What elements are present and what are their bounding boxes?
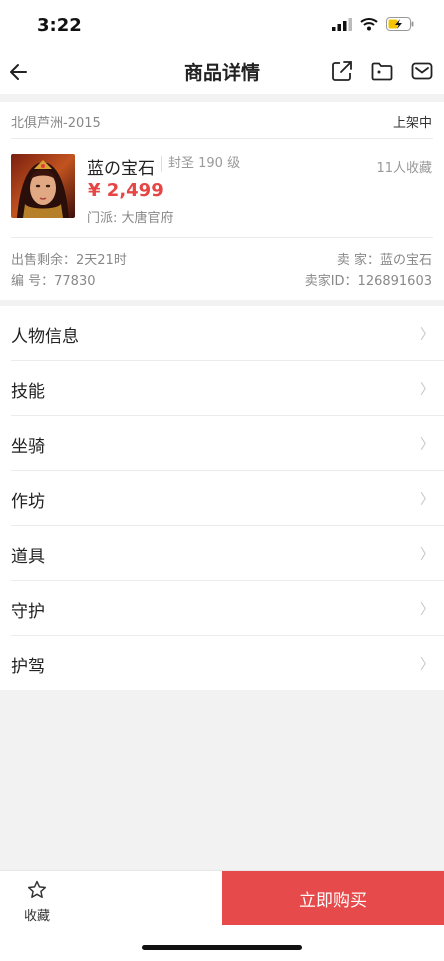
share-icon[interactable] [330,59,354,83]
star-icon [28,880,46,898]
favorite-button[interactable]: 收藏 [0,871,74,925]
menu-item-label: 坐骑 [11,437,45,457]
menu-item-workshop[interactable]: 作坊 〉 [11,471,444,526]
menu-item-items[interactable]: 道具 〉 [11,526,444,581]
menu-item-label: 作坊 [11,492,45,512]
divider [11,138,433,139]
character-name: 蓝の宝石 [87,159,155,179]
menu-item-mounts[interactable]: 坐骑 〉 [11,416,444,471]
character-level: 封圣 190 级 [161,156,240,172]
home-indicator [142,945,302,950]
chevron-right-icon: 〉 [420,382,434,398]
character-avatar[interactable] [11,154,75,218]
chevron-right-icon: 〉 [420,437,434,453]
menu-item-character-info[interactable]: 人物信息 〉 [11,306,444,361]
battery-charging-icon [386,17,414,31]
status-bar: 3:22 [0,0,444,50]
menu-item-label: 守护 [11,602,45,622]
seller-id: 卖家ID：126891603 [304,274,432,289]
divider [11,237,433,238]
menu-item-label: 护驾 [11,657,45,677]
wifi-icon [360,18,378,31]
favorite-count: 11人收藏 [376,161,432,176]
character-sect: 门派: 大唐官府 [87,211,174,226]
item-card: 北俱芦洲-2015 上架中 蓝の宝石 封圣 190 级 11人收藏 ¥ 2,49… [0,102,444,300]
sale-remaining-time: 出售剩余：2天21时 [11,253,127,268]
mail-icon[interactable] [410,59,434,83]
navigation-bar: 商品详情 [0,50,444,94]
folder-icon[interactable] [370,59,394,83]
menu-item-skills[interactable]: 技能 〉 [11,361,444,416]
chevron-right-icon: 〉 [420,657,434,673]
menu-item-label: 道具 [11,547,45,567]
detail-menu-list: 人物信息 〉 技能 〉 坐骑 〉 作坊 〉 道具 〉 守护 〉 护驾 〉 [0,306,444,690]
listing-status: 上架中 [392,116,432,131]
chevron-right-icon: 〉 [420,327,434,343]
buy-now-button[interactable]: 立即购买 [222,871,444,925]
chevron-right-icon: 〉 [420,492,434,508]
character-portrait-image [11,154,75,218]
cellular-signal-icon [332,17,352,31]
favorite-label: 收藏 [23,909,50,924]
status-icons [332,17,414,31]
server-name: 北俱芦洲-2015 [11,116,101,131]
chevron-right-icon: 〉 [420,602,434,618]
menu-item-label: 人物信息 [11,327,79,347]
seller-name: 卖 家：蓝の宝石 [336,253,432,268]
item-price: ¥ 2,499 [88,180,164,201]
menu-item-guardian[interactable]: 守护 〉 [11,581,444,636]
item-number: 编 号：77830 [11,274,96,289]
status-time: 3:22 [37,15,82,36]
nav-actions [330,59,434,83]
menu-item-escort[interactable]: 护驾 〉 [11,636,444,690]
menu-item-label: 技能 [11,382,45,402]
chevron-right-icon: 〉 [420,547,434,563]
